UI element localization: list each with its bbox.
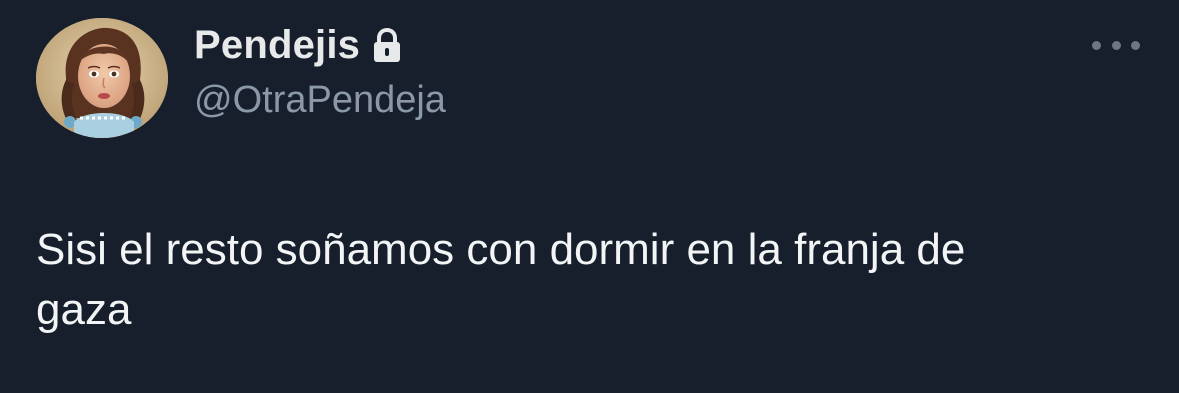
more-options-button[interactable]	[1092, 32, 1140, 58]
author-display-name[interactable]: Pendejis	[194, 22, 360, 68]
lock-icon	[374, 28, 401, 62]
avatar-image	[36, 18, 168, 138]
author-avatar[interactable]	[36, 18, 168, 138]
tweet-card: Pendejis @OtraPendeja Sisi el resto soña…	[0, 0, 1179, 393]
more-horizontal-icon	[1092, 40, 1101, 50]
more-horizontal-icon-dot	[1131, 40, 1140, 50]
tweet-text: Sisi el resto soñamos con dormir en la f…	[36, 225, 966, 334]
author-handle[interactable]: @OtraPendeja	[194, 78, 446, 122]
author-name-row: Pendejis	[194, 22, 402, 68]
more-horizontal-icon-dot	[1111, 40, 1121, 50]
